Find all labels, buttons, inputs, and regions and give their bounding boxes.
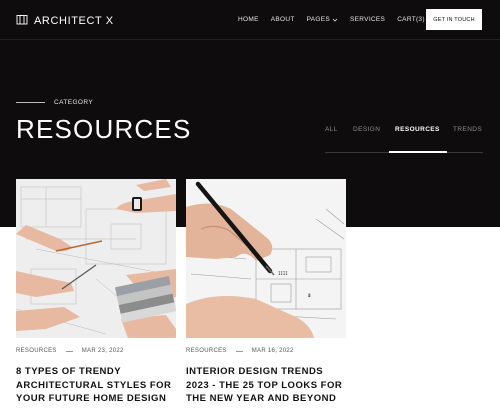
post-card[interactable]: IIII Ш RESOURCES MAR 16, 2022 INTERIOR DE… xyxy=(186,179,346,406)
post-category[interactable]: RESOURCES xyxy=(186,348,227,354)
filter-all[interactable]: ALL xyxy=(325,126,338,133)
nav-home[interactable]: HOME xyxy=(238,16,259,23)
nav-about-label: ABOUT xyxy=(270,16,295,23)
main-nav: HOME ABOUT PAGES SERVICES CART(3) xyxy=(238,16,437,23)
get-in-touch-button[interactable]: GET IN TOUCH xyxy=(426,9,482,30)
nav-home-label: HOME xyxy=(238,16,259,23)
post-title[interactable]: 8 TYPES OF TRENDY ARCHITECTURAL STYLES F… xyxy=(16,365,176,406)
post-meta: RESOURCES MAR 23, 2022 xyxy=(16,348,176,354)
logo[interactable]: ARCHITECT X xyxy=(16,12,114,30)
nav-about[interactable]: ABOUT xyxy=(271,16,295,23)
filter-design[interactable]: DESIGN xyxy=(353,126,380,133)
post-category[interactable]: RESOURCES xyxy=(16,348,57,354)
filter-resources[interactable]: RESOURCES xyxy=(395,126,440,133)
eyebrow: CATEGORY xyxy=(16,99,93,106)
nav-cart[interactable]: CART(3) xyxy=(397,16,425,23)
building-icon xyxy=(16,12,28,30)
hands-reviewing-blueprints-photo[interactable] xyxy=(16,179,176,338)
brand-name: ARCHITECT X xyxy=(34,15,114,27)
nav-pages-label: PAGES xyxy=(306,16,331,23)
page-title: RESOURCES xyxy=(16,114,192,144)
post-date: MAR 23, 2022 xyxy=(81,348,124,354)
chevron-down-icon xyxy=(332,18,338,22)
eyebrow-label: CATEGORY xyxy=(54,99,94,106)
eyebrow-divider xyxy=(16,102,45,103)
meta-separator xyxy=(65,350,73,352)
post-date: MAR 16, 2022 xyxy=(251,348,294,354)
filter-trends[interactable]: TRENDS xyxy=(453,126,482,133)
nav-pages[interactable]: PAGES xyxy=(307,16,338,23)
nav-services[interactable]: SERVICES xyxy=(350,16,385,23)
nav-cart-label: CART(3) xyxy=(397,16,425,23)
post-meta: RESOURCES MAR 16, 2022 xyxy=(186,348,346,354)
svg-text:IIII: IIII xyxy=(278,271,288,276)
post-card[interactable]: RESOURCES MAR 23, 2022 8 TYPES OF TRENDY… xyxy=(16,179,176,406)
nav-services-label: SERVICES xyxy=(350,16,386,23)
post-title[interactable]: INTERIOR DESIGN TRENDS 2023 - THE 25 TOP… xyxy=(186,365,346,406)
active-filter-indicator xyxy=(389,151,447,153)
site-header: ARCHITECT X HOME ABOUT PAGES SERVICES CA… xyxy=(0,0,500,40)
meta-separator xyxy=(235,350,243,352)
hand-drawing-floor-plan-photo[interactable]: IIII Ш xyxy=(186,179,346,338)
